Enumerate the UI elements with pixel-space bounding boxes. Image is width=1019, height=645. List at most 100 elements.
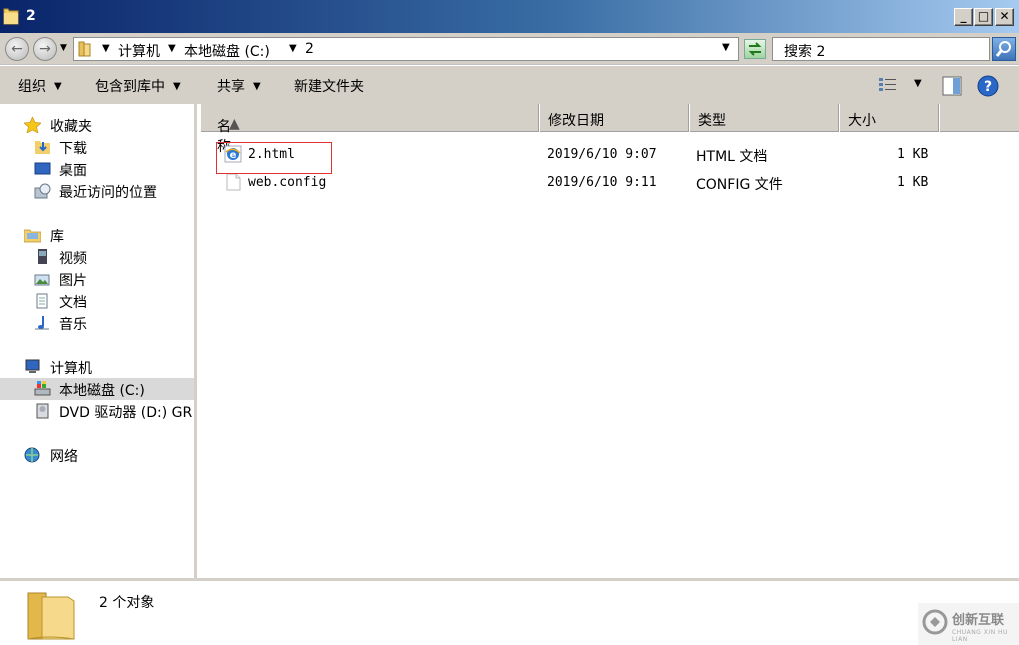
command-bar: 组织 ▼ 包含到库中 ▼ 共享 ▼ 新建文件夹 ▼ ? bbox=[0, 66, 1019, 104]
breadcrumb-separator-icon[interactable]: ▼ bbox=[168, 41, 176, 57]
breadcrumb-computer[interactable]: 计算机 bbox=[118, 41, 160, 61]
organize-button[interactable]: 组织 ▼ bbox=[18, 76, 62, 96]
column-header-empty bbox=[939, 104, 1019, 132]
address-row: ← → ▼ ▼ 计算机 ▼ 本地磁盘 (C:) ▼ 2 ▼ 搜索 2 bbox=[0, 33, 1019, 65]
breadcrumb-separator-icon[interactable]: ▼ bbox=[102, 41, 110, 57]
column-label: 类型 bbox=[698, 113, 726, 129]
nav-dvd-drive[interactable]: DVD 驱动器 (D:) GR bbox=[0, 400, 194, 422]
video-icon bbox=[38, 249, 47, 264]
nav-pictures[interactable]: 图片 bbox=[0, 268, 194, 290]
nav-label: 最近访问的位置 bbox=[59, 185, 157, 201]
nav-label: 网络 bbox=[50, 449, 78, 465]
file-list[interactable]: 名称 ▲ 修改日期 类型 大小 e 2.html 2019/6/10 9:07 H… bbox=[200, 104, 1019, 578]
download-folder-icon bbox=[35, 141, 50, 154]
file-size: 1 KB bbox=[897, 147, 929, 162]
history-dropdown-icon[interactable]: ▼ bbox=[60, 43, 67, 53]
column-label: 大小 bbox=[848, 113, 876, 129]
nav-documents[interactable]: 文档 bbox=[0, 290, 194, 312]
title-bar[interactable]: 2 _ □ ✕ bbox=[0, 0, 1019, 33]
back-button[interactable]: ← bbox=[5, 37, 29, 61]
nav-label: 文档 bbox=[59, 295, 87, 311]
file-type: HTML 文档 bbox=[696, 149, 768, 165]
chevron-down-icon: ▼ bbox=[253, 81, 261, 92]
navigation-pane[interactable]: 收藏夹 下载 桌面 最近访问的位置 库 视频 图片 文档 音乐 计算机 本地磁盘… bbox=[0, 104, 197, 578]
refresh-icon bbox=[748, 42, 762, 56]
file-name[interactable]: web.config bbox=[248, 175, 326, 190]
folder-icon bbox=[78, 41, 91, 57]
nav-local-disk[interactable]: 本地磁盘 (C:) bbox=[0, 378, 194, 400]
column-label: 修改日期 bbox=[548, 113, 604, 129]
sort-ascending-icon: ▲ bbox=[229, 116, 240, 132]
nav-recent[interactable]: 最近访问的位置 bbox=[0, 180, 194, 202]
computer-icon bbox=[25, 359, 40, 373]
breadcrumb-folder[interactable]: 2 bbox=[305, 41, 314, 57]
watermark-text: 创新互联 bbox=[952, 613, 1005, 628]
column-header-name[interactable]: 名称 ▲ bbox=[200, 104, 539, 155]
organize-label: 组织 bbox=[18, 79, 46, 95]
breadcrumb-separator-icon[interactable]: ▼ bbox=[289, 41, 297, 57]
ie-html-icon: e bbox=[224, 145, 242, 163]
nav-downloads[interactable]: 下载 bbox=[0, 136, 194, 158]
breadcrumb-local-disk[interactable]: 本地磁盘 (C:) bbox=[184, 41, 270, 61]
include-in-library-button[interactable]: 包含到库中 ▼ bbox=[95, 76, 181, 96]
details-pane: 2 个对象 创新互联 CHUANG XIN HU LIAN bbox=[0, 578, 1019, 645]
nav-desktop[interactable]: 桌面 bbox=[0, 158, 194, 180]
nav-computer[interactable]: 计算机 bbox=[0, 356, 194, 378]
minimize-button[interactable]: _ bbox=[954, 8, 973, 26]
preview-pane-icon[interactable] bbox=[942, 76, 962, 96]
dvd-drive-icon bbox=[36, 403, 49, 419]
search-icon bbox=[995, 41, 1011, 57]
chevron-down-icon: ▼ bbox=[173, 81, 181, 92]
help-icon[interactable]: ? bbox=[977, 75, 999, 97]
star-icon bbox=[24, 117, 41, 133]
nav-network[interactable]: 网络 bbox=[0, 444, 194, 466]
documents-icon bbox=[36, 293, 48, 309]
nav-label: 桌面 bbox=[59, 163, 87, 179]
recent-places-icon bbox=[34, 183, 51, 199]
view-dropdown-icon[interactable]: ▼ bbox=[914, 78, 922, 89]
file-modified: 2019/6/10 9:07 bbox=[547, 147, 657, 162]
folder-icon bbox=[27, 592, 75, 640]
nav-label: 视频 bbox=[59, 251, 87, 267]
nav-music[interactable]: 音乐 bbox=[0, 312, 194, 334]
nav-label: 计算机 bbox=[50, 361, 92, 377]
folder-icon bbox=[3, 8, 19, 25]
pictures-icon bbox=[34, 274, 50, 286]
nav-label: DVD 驱动器 (D:) GR bbox=[59, 405, 193, 421]
svg-text:e: e bbox=[230, 150, 237, 161]
svg-text:?: ? bbox=[984, 79, 992, 95]
watermark-subtext: CHUANG XIN HU LIAN bbox=[952, 629, 1008, 643]
nav-label: 本地磁盘 (C:) bbox=[59, 383, 145, 399]
file-modified: 2019/6/10 9:11 bbox=[547, 175, 657, 190]
column-header-size[interactable]: 大小 bbox=[839, 104, 939, 132]
nav-favorites[interactable]: 收藏夹 bbox=[0, 114, 194, 136]
share-button[interactable]: 共享 ▼ bbox=[217, 76, 261, 96]
address-dropdown-icon[interactable]: ▼ bbox=[722, 43, 730, 53]
watermark-logo: 创新互联 CHUANG XIN HU LIAN bbox=[918, 603, 1019, 645]
maximize-button[interactable]: □ bbox=[974, 8, 993, 26]
nav-label: 音乐 bbox=[59, 317, 87, 333]
window-title: 2 bbox=[26, 8, 36, 24]
close-button[interactable]: ✕ bbox=[995, 8, 1014, 26]
file-name[interactable]: 2.html bbox=[248, 147, 295, 162]
column-header-type[interactable]: 类型 bbox=[689, 104, 839, 132]
address-bar[interactable]: ▼ 计算机 ▼ 本地磁盘 (C:) ▼ 2 bbox=[73, 37, 739, 61]
new-folder-button[interactable]: 新建文件夹 bbox=[294, 76, 364, 96]
forward-button[interactable]: → bbox=[33, 37, 57, 61]
table-row[interactable]: e 2.html 2019/6/10 9:07 HTML 文档 1 KB bbox=[200, 142, 1019, 168]
desktop-icon bbox=[34, 162, 51, 175]
search-placeholder: 搜索 2 bbox=[784, 44, 826, 60]
view-options-icon[interactable] bbox=[878, 76, 898, 94]
column-header-modified[interactable]: 修改日期 bbox=[539, 104, 689, 132]
nav-label: 下载 bbox=[59, 141, 87, 157]
nav-label: 收藏夹 bbox=[50, 119, 92, 135]
table-row[interactable]: web.config 2019/6/10 9:11 CONFIG 文件 1 KB bbox=[200, 170, 1019, 196]
watermark-logo-icon bbox=[922, 609, 948, 635]
music-icon bbox=[35, 316, 49, 330]
nav-libraries[interactable]: 库 bbox=[0, 224, 194, 246]
refresh-button[interactable] bbox=[744, 39, 766, 59]
nav-videos[interactable]: 视频 bbox=[0, 246, 194, 268]
file-size: 1 KB bbox=[897, 175, 929, 190]
search-input[interactable]: 搜索 2 bbox=[772, 37, 990, 61]
search-button[interactable] bbox=[992, 37, 1016, 61]
